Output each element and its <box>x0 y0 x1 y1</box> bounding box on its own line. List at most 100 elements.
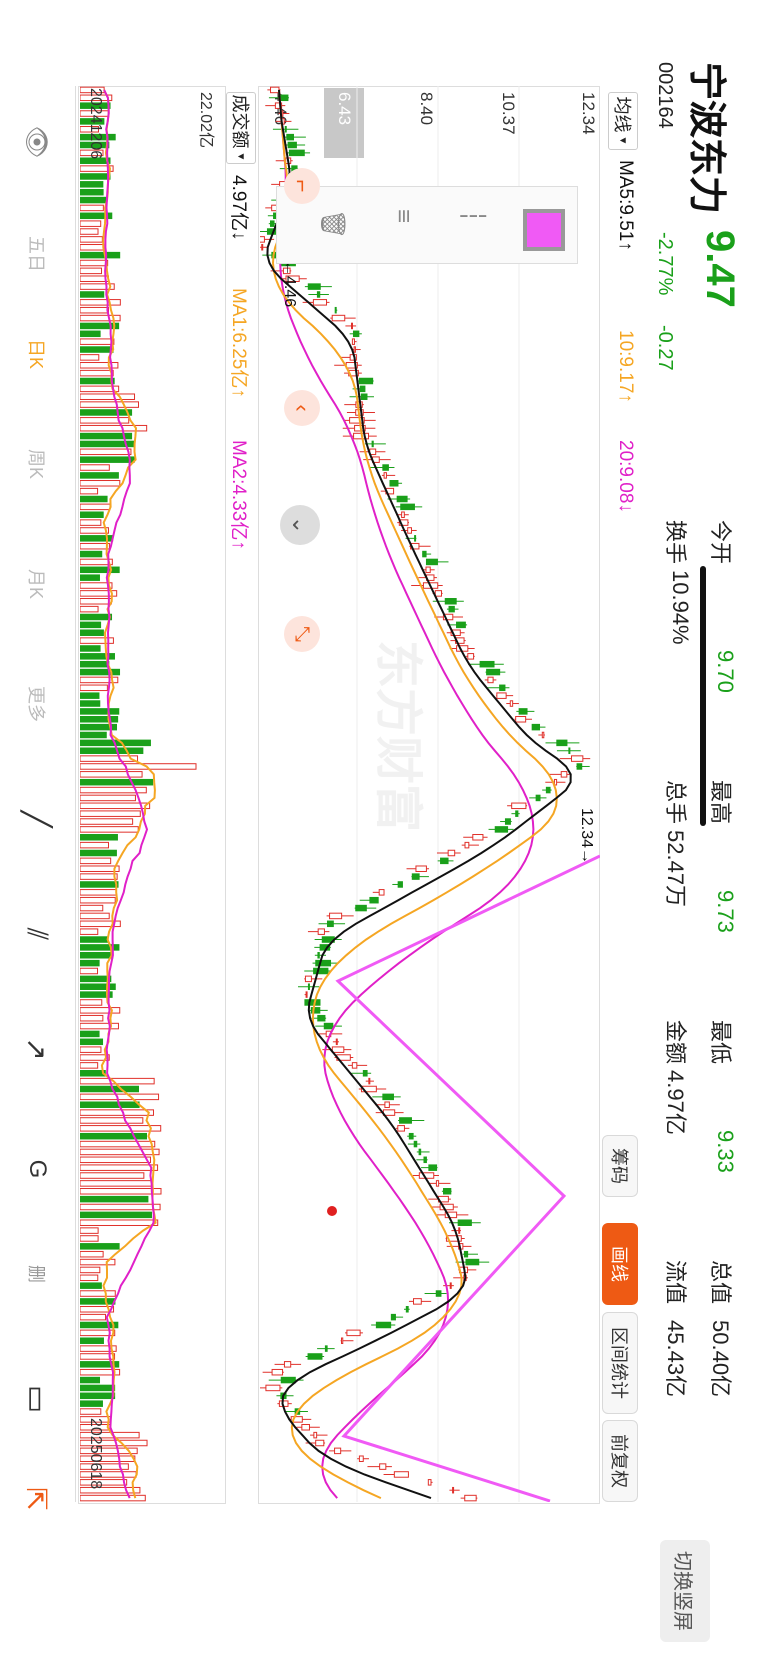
draw-line-button[interactable]: 画线 <box>602 1223 638 1305</box>
volume-bar <box>80 865 120 872</box>
volume-bar <box>80 1376 101 1384</box>
stat-float-label: 流值 <box>663 1260 688 1305</box>
volume-bar <box>80 700 101 707</box>
line-width-icon[interactable]: ≡ <box>389 209 417 223</box>
candle-body <box>515 716 527 723</box>
candle-body <box>487 676 494 684</box>
candle-body <box>568 747 571 754</box>
volume-bar <box>80 598 112 605</box>
color-picker-swatch[interactable] <box>523 209 565 251</box>
candle-body <box>317 1014 326 1022</box>
candle-body <box>443 1188 452 1195</box>
price-chart-svg <box>260 86 600 1502</box>
volume-bar <box>80 299 121 306</box>
drawn-trend-line[interactable] <box>335 854 600 1502</box>
candle-body <box>435 1180 440 1187</box>
line-tool-icon[interactable]: ╱ <box>9 791 65 847</box>
stat-turnover-value: 10.94% <box>668 570 693 645</box>
chevron-down-icon[interactable]: ⌄ <box>280 505 320 545</box>
switch-portrait-button[interactable]: 切换竖屏 <box>660 1540 710 1642</box>
candle-body <box>283 1361 292 1368</box>
candle-body <box>359 385 366 393</box>
delete-all-icon[interactable]: 删 <box>9 1246 65 1302</box>
candle-body <box>329 912 343 920</box>
more-button[interactable]: 更多 <box>9 676 65 732</box>
volume-bar <box>80 322 120 330</box>
candle-body <box>287 141 297 149</box>
vol-ma1: MA1:6.25亿↑ <box>228 288 249 398</box>
volume-bar <box>80 629 104 636</box>
volume-bar <box>80 613 113 621</box>
stat-total-label: 总值 <box>708 1260 733 1305</box>
volume-bar <box>80 487 99 495</box>
eye-icon[interactable]: 👁 <box>9 114 65 170</box>
candle-body <box>401 511 405 518</box>
home-indicator[interactable] <box>700 566 706 826</box>
volume-bar <box>80 1014 104 1022</box>
candle-body <box>448 605 455 613</box>
change-pct: -2.77% <box>654 232 676 296</box>
candle-body <box>422 550 427 558</box>
candle-body <box>545 786 551 794</box>
candle-body <box>472 834 484 841</box>
range-stats-button[interactable]: 区间统计 <box>602 1312 638 1414</box>
volume-bar <box>80 188 104 196</box>
volume-bar <box>80 306 109 314</box>
volume-bar <box>80 1070 106 1077</box>
volume-bar <box>80 511 104 518</box>
candle-body <box>334 1447 342 1455</box>
volume-bar <box>80 731 107 739</box>
candle-body <box>335 1038 338 1046</box>
candle-body <box>265 1384 281 1392</box>
volume-bar <box>80 1392 116 1400</box>
stat-high-value: 9.73 <box>713 890 738 933</box>
volume-bar <box>80 716 119 723</box>
candle-body <box>405 1306 409 1313</box>
stat-float-value: 45.43亿 <box>663 1320 688 1398</box>
drawing-toolbar: ┆ ≡ 🗑 <box>276 186 578 264</box>
volume-bar <box>80 566 120 574</box>
vol-ma1-line <box>100 89 157 1499</box>
candle-body <box>315 959 332 967</box>
volume-bar <box>80 967 99 975</box>
month-k-button[interactable]: 月K <box>9 556 65 612</box>
candle-body <box>371 440 374 448</box>
volume-bar <box>80 542 110 550</box>
chip-button[interactable]: 筹码 <box>602 1135 638 1197</box>
adjust-button[interactable]: 前复权 <box>602 1420 638 1502</box>
volume-bar <box>80 1101 140 1108</box>
fib-tool-icon[interactable]: G <box>9 1141 65 1197</box>
week-k-button[interactable]: 周K <box>9 436 65 492</box>
candle-body <box>413 1140 418 1148</box>
back-icon[interactable]: ‹ <box>284 390 320 426</box>
volume-bar <box>80 873 118 880</box>
ma-selector[interactable]: 均线 ▼ <box>608 92 638 150</box>
collapse-icon[interactable]: ⤡ <box>284 616 320 652</box>
change-value: -0.27 <box>654 325 676 371</box>
vol-selector[interactable]: 成交额 ▼ <box>226 92 256 164</box>
parallel-line-icon[interactable]: ⫽ <box>9 906 65 962</box>
rect-tool-icon[interactable]: ▭ <box>9 1371 65 1427</box>
candle-body <box>393 1471 409 1478</box>
ma-selector-label: 均线 <box>612 96 632 133</box>
volume-bar <box>80 1313 107 1321</box>
day-k-button[interactable]: 日K <box>9 326 65 382</box>
dashed-style-icon[interactable]: ┆ <box>458 209 487 223</box>
volume-bar <box>80 550 103 558</box>
exit-icon[interactable]: ⇱ <box>9 1471 65 1527</box>
volume-bar <box>80 802 151 810</box>
volume-bar <box>80 1274 99 1282</box>
undo-icon[interactable]: ⌐ <box>284 168 320 204</box>
trash-icon[interactable]: 🗑 <box>318 209 347 239</box>
volume-bar <box>80 841 109 849</box>
candle-body <box>355 904 367 912</box>
volume-bar <box>80 975 112 983</box>
candle-body <box>428 1164 438 1171</box>
volume-bar <box>80 244 105 251</box>
five-day-button[interactable]: 五日 <box>9 226 65 282</box>
volume-bar <box>80 1030 100 1038</box>
volume-bar <box>80 605 99 613</box>
volume-bar <box>80 495 108 503</box>
arrow-line-icon[interactable]: ↗ <box>9 1021 65 1077</box>
stat-open-value: 9.70 <box>713 650 738 693</box>
